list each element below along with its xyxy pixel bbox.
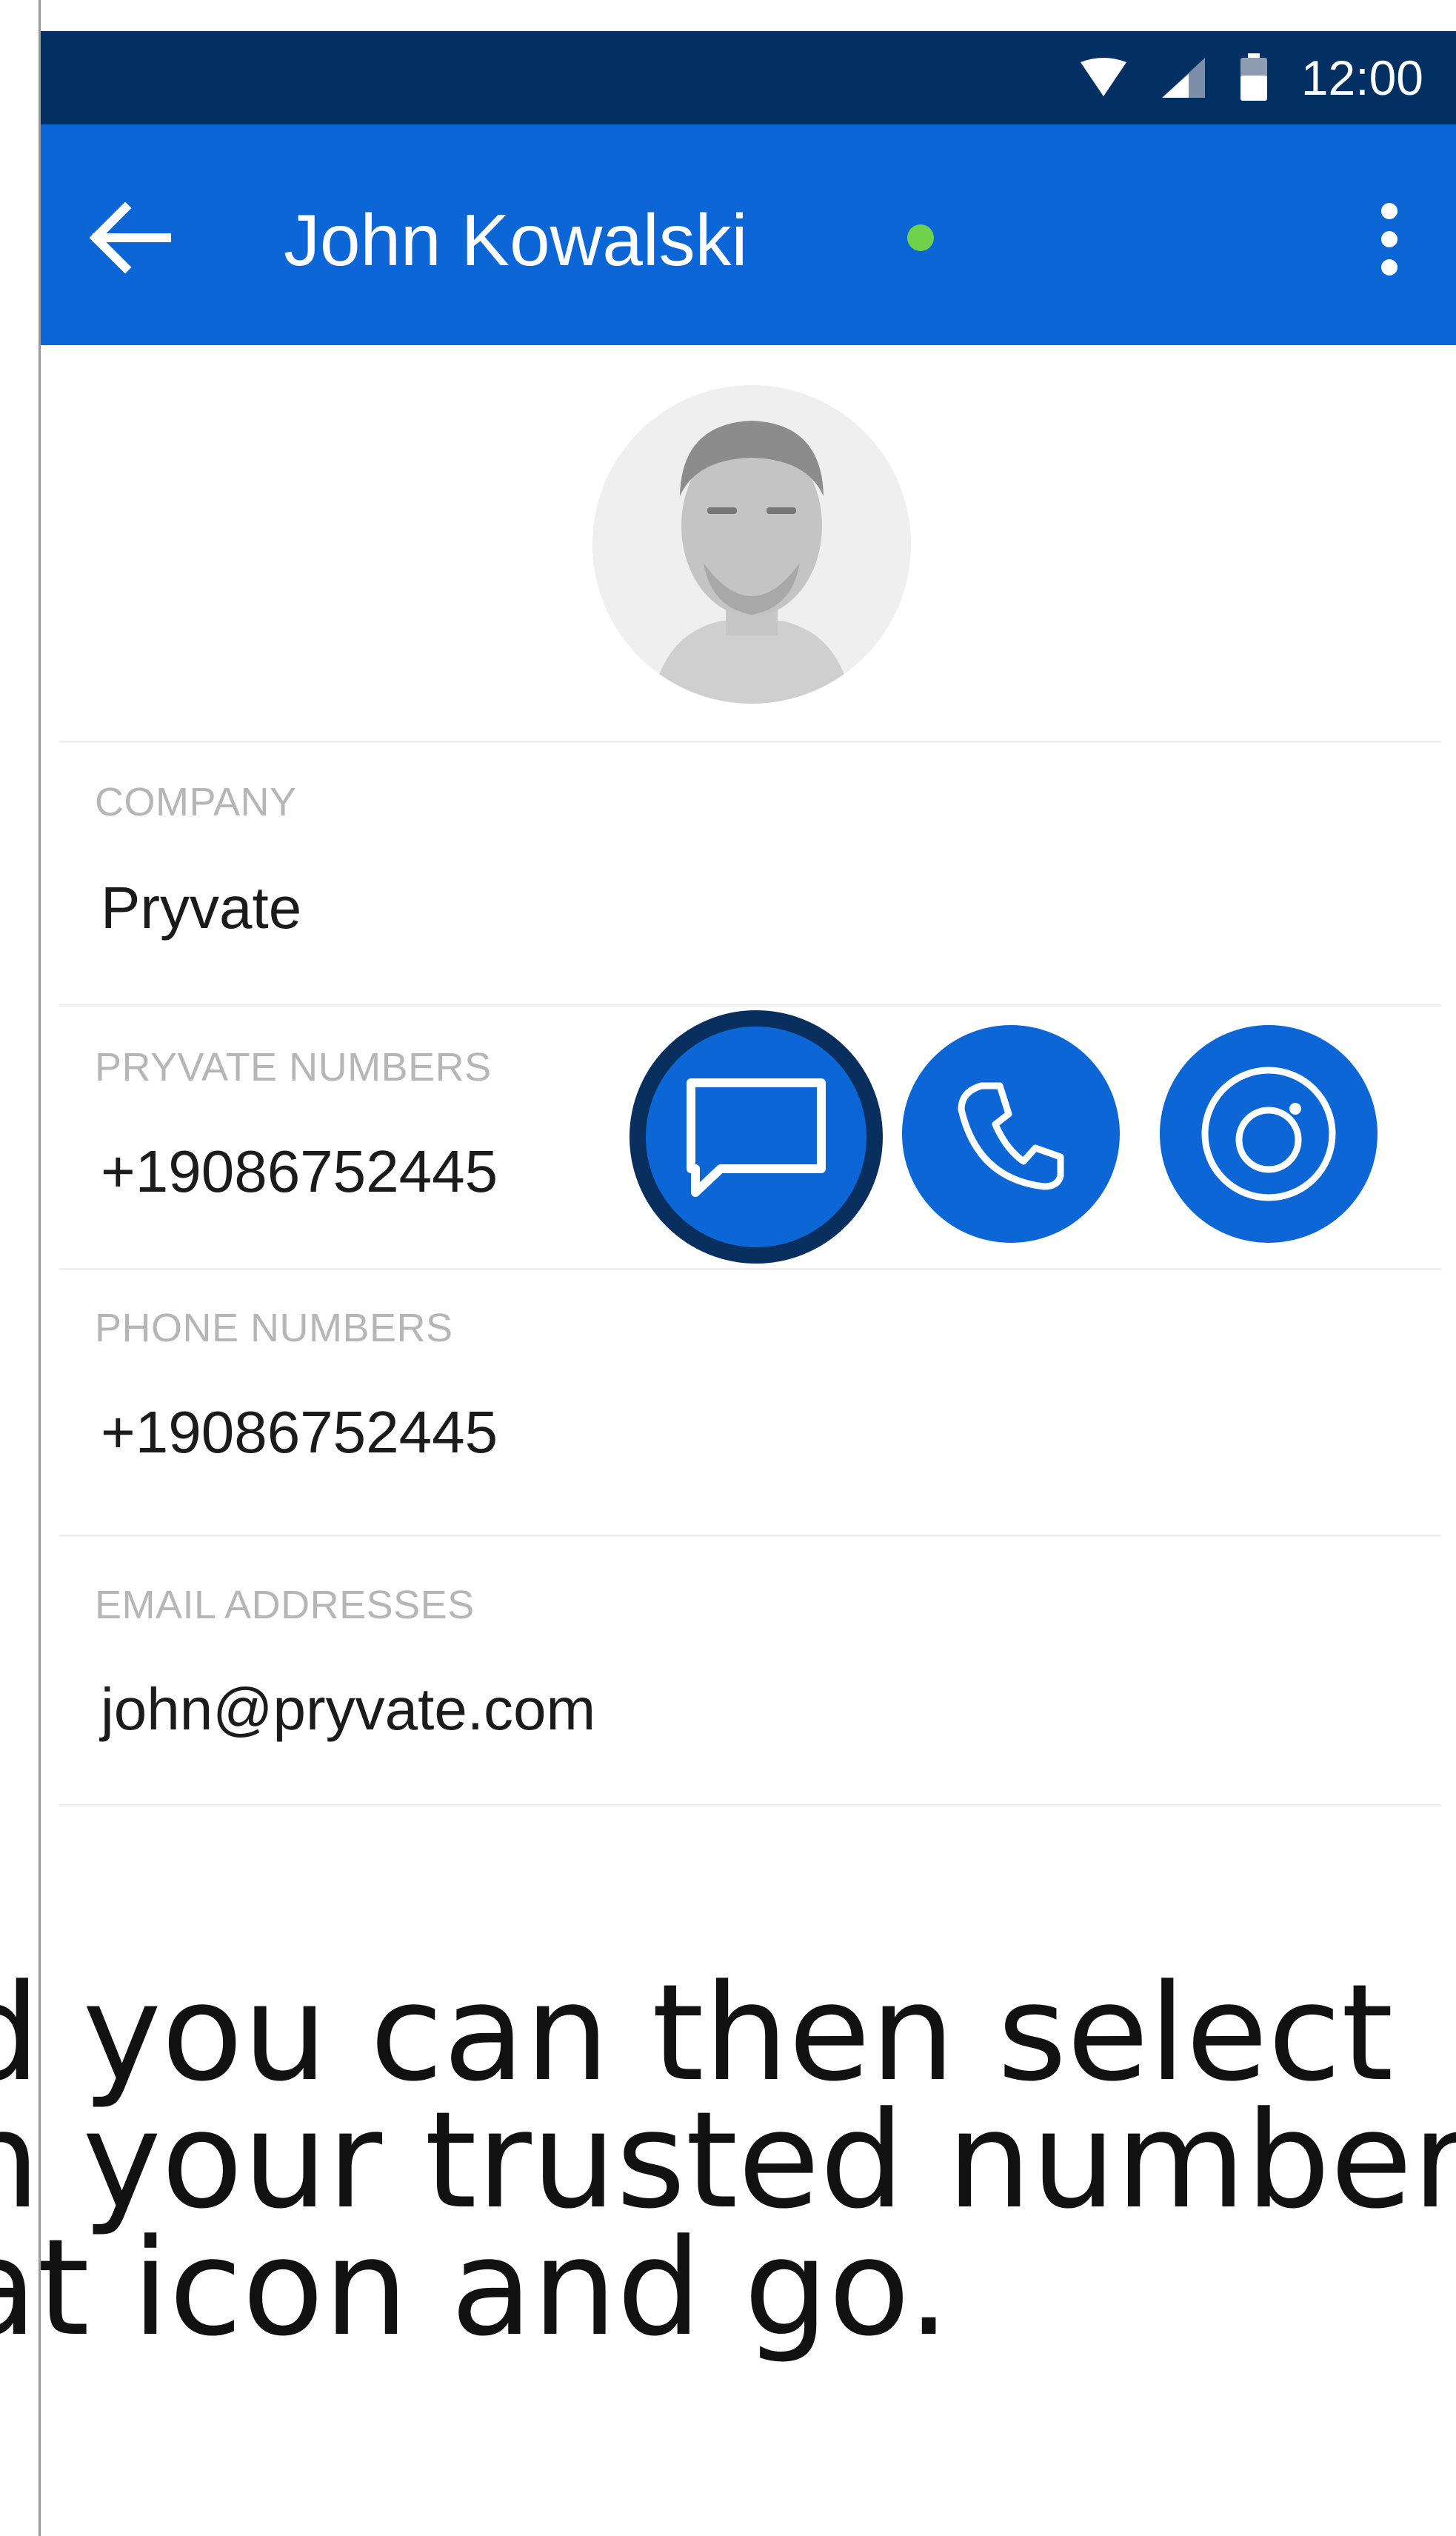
- divider: [59, 741, 1441, 743]
- company-value: Pryvate: [101, 875, 302, 941]
- caption-line: at icon and go.: [0, 2211, 950, 2366]
- phone-numbers-label: PHONE NUMBERS: [95, 1306, 453, 1350]
- divider: [59, 1268, 1441, 1270]
- divider: [59, 1804, 1441, 1806]
- profile-photo: [592, 385, 911, 704]
- chat-icon: [687, 1078, 826, 1197]
- pryvate-number-value[interactable]: +19086752445: [101, 1138, 498, 1206]
- app-bar: John Kowalski: [41, 124, 1456, 345]
- pryvate-numbers-label: PRYVATE NUMBERS: [95, 1045, 492, 1090]
- divider: [59, 1535, 1441, 1537]
- status-bar: 12:00: [41, 31, 1456, 124]
- presence-indicator: [907, 224, 934, 251]
- back-button[interactable]: [82, 190, 178, 286]
- caption-line: n your trusted number: [0, 2083, 1456, 2238]
- phone-number-value[interactable]: +19086752445: [101, 1398, 498, 1466]
- company-label: COMPANY: [95, 780, 297, 824]
- caption: d you can then select n your trusted num…: [0, 1956, 1456, 2366]
- arrow-back-icon: [90, 202, 171, 273]
- clock: 12:00: [1300, 50, 1423, 105]
- wifi-icon: [1080, 58, 1126, 96]
- avatar: [592, 385, 911, 704]
- divider: [59, 1004, 1441, 1007]
- caption-line: d you can then select: [0, 1956, 1394, 2111]
- email-label: EMAIL ADDRESSES: [95, 1583, 475, 1627]
- call-button[interactable]: [902, 1025, 1120, 1243]
- phone-icon: [958, 1082, 1064, 1190]
- battery-icon: [1240, 53, 1267, 101]
- signal-icon: [1161, 58, 1205, 98]
- email-value[interactable]: john@pryvate.com: [101, 1675, 595, 1744]
- contact-name: John Kowalski: [284, 199, 748, 281]
- video-icon: [1201, 1067, 1336, 1201]
- more-vert-icon: [1381, 203, 1397, 219]
- more-options-button[interactable]: [1360, 198, 1419, 280]
- status-icons: 12:00: [1079, 31, 1456, 124]
- chat-button[interactable]: [630, 1010, 883, 1264]
- video-button[interactable]: [1160, 1025, 1377, 1243]
